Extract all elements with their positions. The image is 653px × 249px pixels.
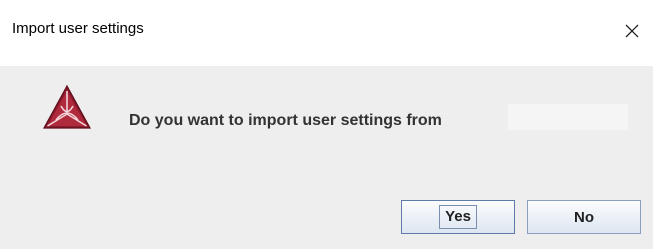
dialog-message: Do you want to import user settings from	[129, 112, 442, 129]
no-button[interactable]: No	[527, 200, 641, 234]
no-button-label: No	[574, 208, 594, 226]
title-bar[interactable]: Import user settings	[0, 0, 653, 66]
yes-button-label: Yes	[439, 205, 477, 229]
import-settings-dialog: Import user settings Do you want to impo…	[0, 0, 653, 249]
redacted-path	[508, 104, 628, 130]
close-button[interactable]	[611, 10, 653, 52]
thermo-calc-logo-icon	[42, 84, 92, 130]
window-title: Import user settings	[12, 20, 144, 37]
close-icon	[625, 24, 639, 38]
yes-button[interactable]: Yes	[401, 200, 515, 234]
